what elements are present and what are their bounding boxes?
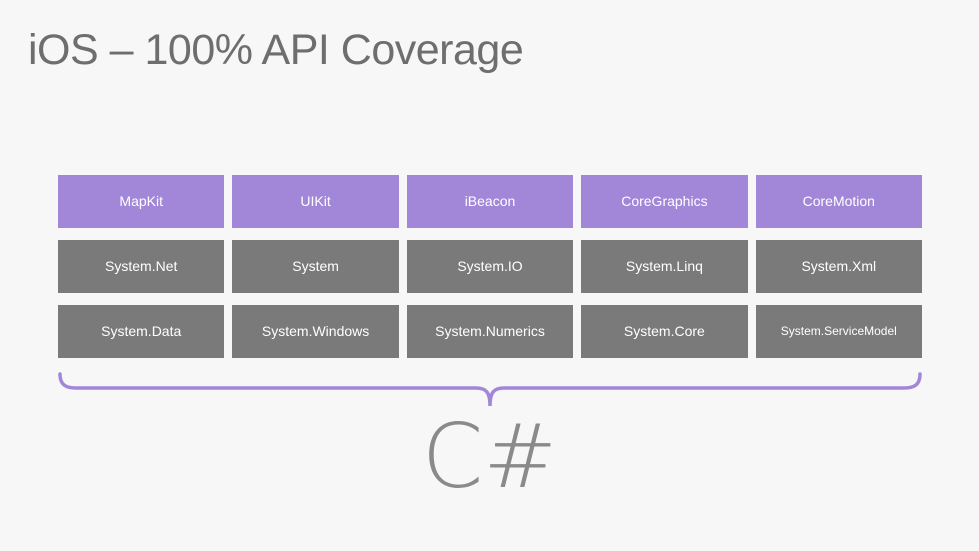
api-cell-coregraphics[interactable]: CoreGraphics bbox=[581, 175, 748, 228]
api-cell-uikit[interactable]: UIKit bbox=[232, 175, 399, 228]
page-title: iOS – 100% API Coverage bbox=[28, 26, 524, 74]
api-cell-label: System.Net bbox=[105, 257, 178, 274]
api-cell-label: System.Windows bbox=[261, 322, 370, 339]
api-cell-label: System.ServiceModel bbox=[780, 323, 897, 338]
api-coverage-grid: MapKit UIKit iBeacon CoreGraphics CoreMo… bbox=[58, 175, 922, 358]
slide-canvas: iOS – 100% API Coverage MapKit UIKit iBe… bbox=[0, 0, 979, 551]
api-cell-label: MapKit bbox=[119, 192, 163, 209]
api-cell-label: iBeacon bbox=[464, 192, 516, 209]
api-cell-system-xml[interactable]: System.Xml bbox=[755, 240, 922, 293]
api-cell-label: System.Core bbox=[623, 322, 705, 339]
api-cell-system-core[interactable]: System.Core bbox=[581, 305, 748, 358]
api-cell-label: System.Data bbox=[101, 322, 182, 339]
api-cell-system-numerics[interactable]: System.Numerics bbox=[406, 305, 574, 358]
api-cell-coremotion[interactable]: CoreMotion bbox=[755, 175, 922, 228]
api-cell-mapkit[interactable]: MapKit bbox=[58, 175, 225, 228]
api-cell-label: CoreGraphics bbox=[621, 192, 708, 209]
csharp-wordmark: C# bbox=[421, 405, 558, 508]
api-cell-label: System.Linq bbox=[625, 257, 703, 274]
api-cell-system-windows[interactable]: System.Windows bbox=[232, 305, 399, 358]
api-cell-label: System.IO bbox=[457, 257, 523, 274]
api-cell-label: CoreMotion bbox=[802, 192, 875, 209]
api-cell-system-data[interactable]: System.Data bbox=[58, 305, 225, 358]
api-cell-label: UIKit bbox=[300, 192, 331, 209]
api-cell-ibeacon[interactable]: iBeacon bbox=[406, 175, 574, 228]
api-cell-label: System bbox=[292, 257, 339, 274]
api-cell-system[interactable]: System bbox=[232, 240, 399, 293]
brace-path bbox=[58, 372, 922, 407]
api-cell-system-linq[interactable]: System.Linq bbox=[581, 240, 748, 293]
api-cell-system-servicemodel[interactable]: System.ServiceModel bbox=[755, 305, 922, 358]
api-cell-label: System.Xml bbox=[801, 257, 877, 274]
api-cell-system-net[interactable]: System.Net bbox=[58, 240, 225, 293]
api-cell-system-io[interactable]: System.IO bbox=[406, 240, 574, 293]
api-cell-label: System.Numerics bbox=[435, 322, 545, 339]
